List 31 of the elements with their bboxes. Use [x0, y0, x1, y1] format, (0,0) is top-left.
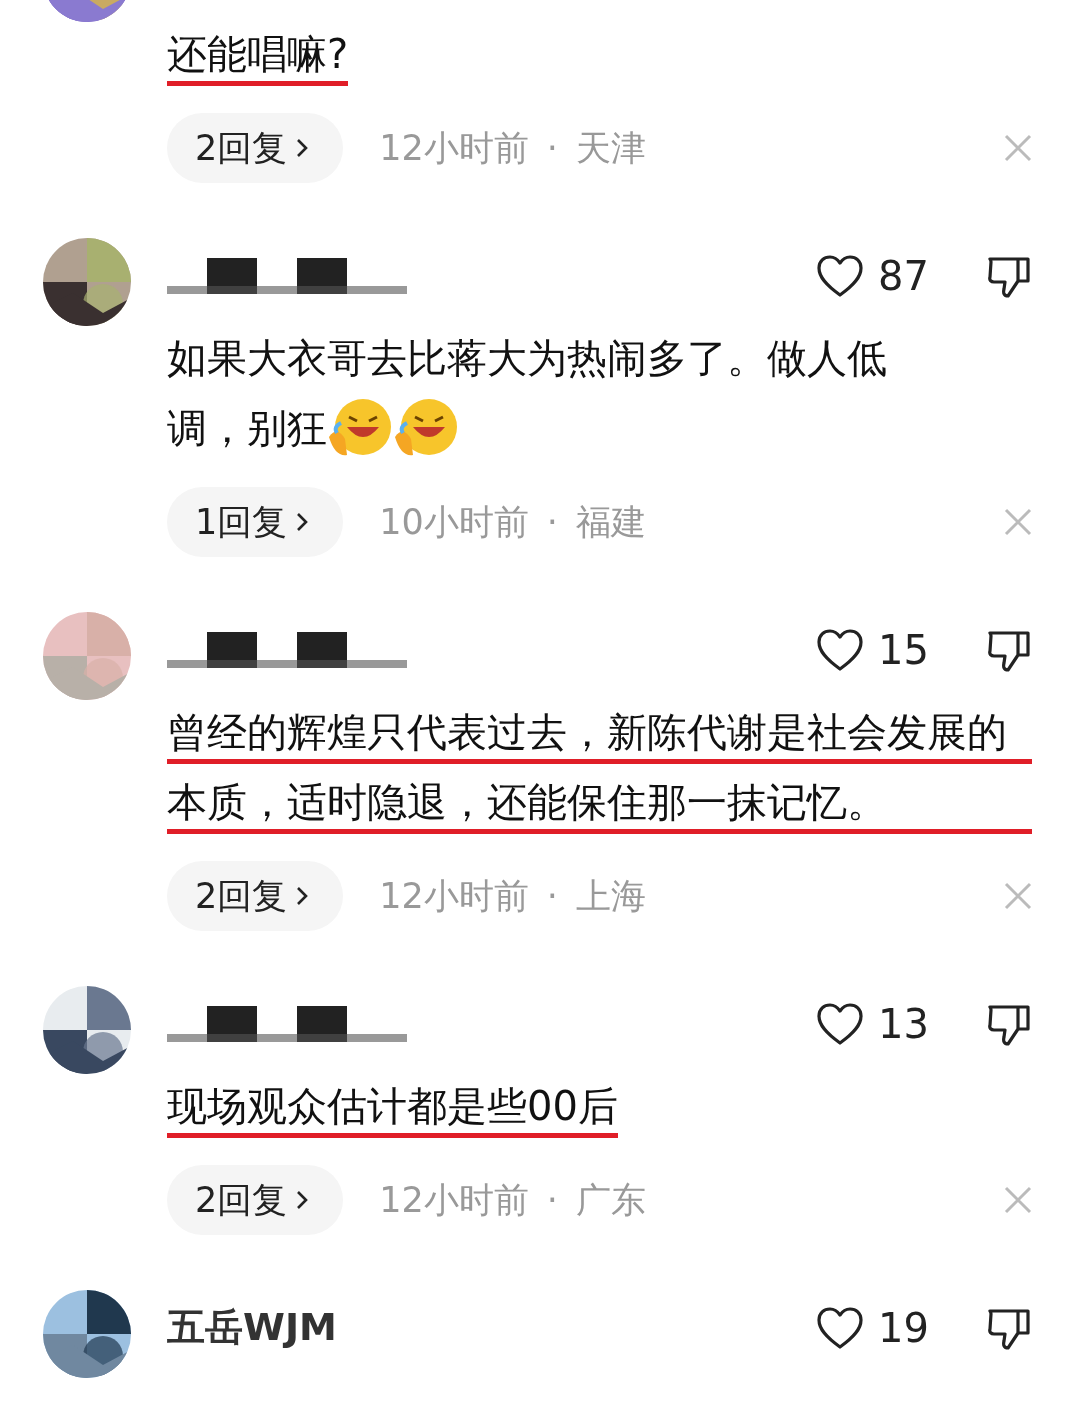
- comment-time: 10小时前: [379, 500, 529, 544]
- like-count: 19: [878, 1304, 929, 1351]
- replies-button[interactable]: 2回复: [167, 113, 344, 183]
- like-count: 13: [878, 1000, 929, 1047]
- heart-icon[interactable]: [816, 627, 864, 672]
- like-count: 15: [878, 626, 929, 673]
- chevron-right-icon: [295, 885, 310, 907]
- separator-dot: ·: [546, 876, 558, 916]
- comment-time: 12小时前: [379, 874, 529, 918]
- comment-time: 12小时前: [379, 1178, 529, 1222]
- comment-location: 广东: [575, 1178, 646, 1222]
- heart-icon[interactable]: [816, 1001, 864, 1046]
- replies-button[interactable]: 1回复: [167, 487, 344, 557]
- like-count: 87: [878, 252, 929, 299]
- comment-time: 12小时前: [379, 126, 529, 170]
- comment-location: 上海: [575, 874, 646, 918]
- heart-icon[interactable]: [816, 253, 864, 298]
- comment-text: 如果大衣哥去比蒋大为热闹多了。做人低: [167, 334, 887, 383]
- comment-location: 福建: [575, 500, 646, 544]
- username[interactable]: 五岳WJM: [167, 1302, 337, 1353]
- separator-dot: ·: [546, 1180, 558, 1220]
- comment-text: 调，别狂: [167, 404, 327, 453]
- comment-location: 天津: [575, 126, 646, 170]
- chevron-right-icon: [295, 137, 310, 159]
- chevron-right-icon: [295, 511, 310, 533]
- separator-dot: ·: [546, 502, 558, 542]
- chevron-right-icon: [295, 1189, 310, 1211]
- separator-dot: ·: [546, 128, 558, 168]
- replies-button[interactable]: 2回复: [167, 861, 344, 931]
- replies-button[interactable]: 2回复: [167, 1165, 344, 1235]
- heart-icon[interactable]: [816, 1305, 864, 1350]
